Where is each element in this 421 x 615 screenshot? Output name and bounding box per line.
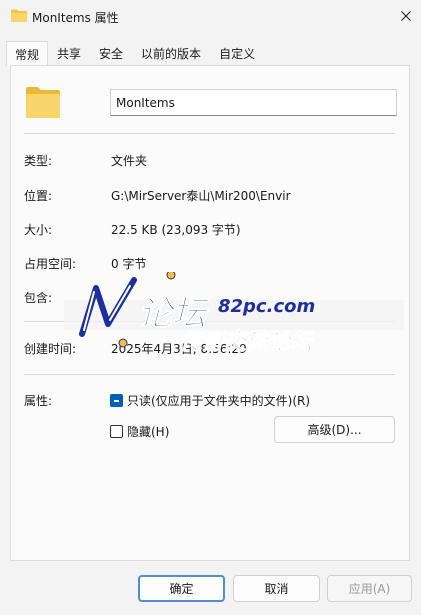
size-value: 22.5 KB (23,093 字节) bbox=[111, 223, 241, 237]
tab-customize[interactable]: 自定义 bbox=[210, 42, 264, 65]
folder-name-input[interactable] bbox=[110, 89, 397, 116]
type-label: 类型: bbox=[24, 154, 53, 168]
disk-size-value: 0 字节 bbox=[111, 257, 147, 271]
watermark-slogan: 传奇交流论坛 bbox=[180, 330, 313, 356]
close-icon bbox=[401, 11, 411, 21]
tab-previous-versions[interactable]: 以前的版本 bbox=[132, 42, 210, 65]
readonly-label[interactable]: 只读(仅应用于文件夹中的文件)(R) bbox=[127, 392, 310, 409]
tab-general[interactable]: 常规 bbox=[6, 41, 49, 66]
location-label: 位置: bbox=[24, 189, 53, 203]
tab-security[interactable]: 安全 bbox=[90, 42, 132, 65]
location-value: G:\MirServer泰山\Mir200\Envir bbox=[111, 189, 291, 203]
disk-size-label: 占用空间: bbox=[24, 257, 77, 271]
folder-icon bbox=[11, 9, 27, 22]
title-bar: MonItems 属性 bbox=[0, 0, 421, 34]
watermark: 论坛 82pc.com 传奇交流论坛 bbox=[64, 270, 404, 362]
advanced-button[interactable]: 高级(D)... bbox=[274, 416, 395, 443]
cancel-button[interactable]: 取消 bbox=[233, 575, 320, 602]
attributes-label: 属性: bbox=[24, 394, 53, 408]
tab-sharing[interactable]: 共享 bbox=[48, 42, 90, 65]
close-button[interactable] bbox=[391, 0, 421, 32]
size-label: 大小: bbox=[24, 223, 53, 237]
divider bbox=[24, 133, 395, 134]
hidden-checkbox[interactable] bbox=[110, 425, 123, 438]
type-value: 文件夹 bbox=[111, 154, 148, 168]
contains-label: 包含: bbox=[24, 291, 53, 305]
ok-button[interactable]: 确定 bbox=[138, 575, 225, 602]
hidden-label[interactable]: 隐藏(H) bbox=[127, 423, 169, 440]
tab-strip: 常规 共享 安全 以前的版本 自定义 bbox=[6, 41, 264, 66]
folder-icon bbox=[26, 87, 60, 118]
watermark-domain: 82pc.com bbox=[218, 296, 316, 317]
divider bbox=[24, 374, 395, 375]
apply-button[interactable]: 应用(A) bbox=[327, 575, 412, 602]
readonly-checkbox[interactable] bbox=[110, 394, 123, 407]
window-title: MonItems 属性 bbox=[32, 11, 119, 25]
